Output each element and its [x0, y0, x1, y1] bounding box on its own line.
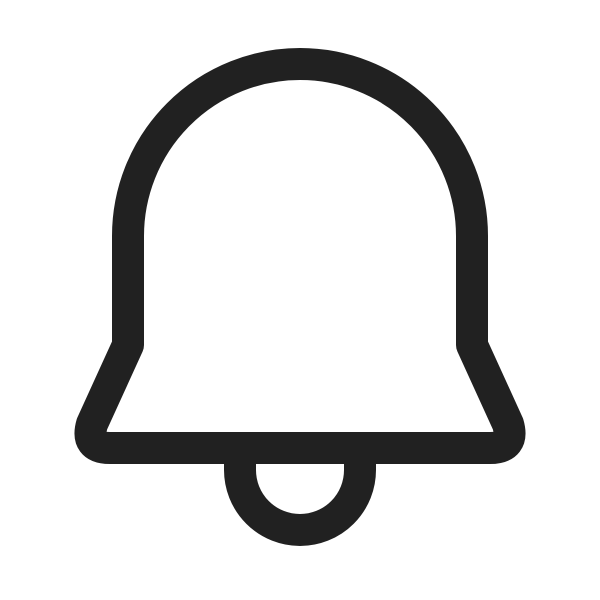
icon-canvas: [0, 0, 600, 600]
bell-body: [74, 48, 526, 464]
bell-icon: [74, 48, 526, 546]
